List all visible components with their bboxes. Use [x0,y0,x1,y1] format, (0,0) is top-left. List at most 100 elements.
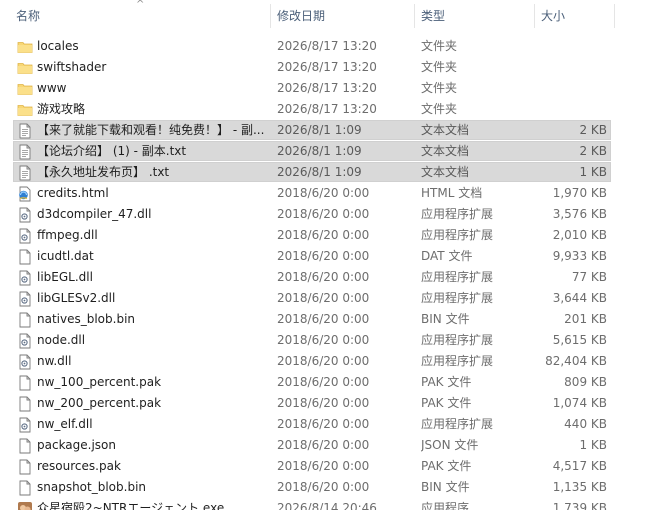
file-type: PAK 文件 [421,375,472,389]
file-size [535,36,607,57]
file-icon-cell [17,36,33,57]
file-size: 1,970 KB [552,186,607,200]
file-size: 1,739 KB [552,501,607,510]
file-icon-cell [17,57,33,78]
file-name: natives_blob.bin [37,312,136,326]
file-modified-date: 2018/6/20 0:00 [277,291,370,305]
file-modified-date: 2026/8/17 13:20 [277,60,377,74]
file-row[interactable]: nw.dll 2018/6/20 0:00 应用程序扩展 82,404 KB [0,351,667,372]
file-modified-date: 2018/6/20 0:00 [277,459,370,473]
file-row[interactable]: d3dcompiler_47.dll 2018/6/20 0:00 应用程序扩展… [0,204,667,225]
file-name: snapshot_blob.bin [37,480,147,494]
file-modified-date: 2018/6/20 0:00 [277,207,370,221]
file-type: HTML 文档 [421,186,483,200]
blank-file-icon [17,459,33,475]
blank-file-icon [17,312,33,328]
file-icon-cell [17,414,33,435]
file-size: 9,933 KB [552,249,607,263]
file-row[interactable]: 众星宿殴2~NTRエージェント.exe 2026/8/14 20:46 应用程序… [0,498,667,510]
file-type: 文本文档 [421,144,470,158]
file-icon-cell [17,120,33,141]
dll-file-icon [17,228,33,244]
file-size [535,78,607,99]
file-modified-date: 2018/6/20 0:00 [277,186,370,200]
file-icon-cell [17,162,33,183]
text-file-icon [17,123,33,139]
file-row[interactable]: nw_elf.dll 2018/6/20 0:00 应用程序扩展 440 KB [0,414,667,435]
dll-file-icon [17,354,33,370]
file-row[interactable]: libGLESv2.dll 2018/6/20 0:00 应用程序扩展 3,64… [0,288,667,309]
file-row[interactable]: 【来了就能下载和观看！纯免费！】 - 副... 2026/8/1 1:09 文本… [0,120,667,141]
file-row[interactable]: node.dll 2018/6/20 0:00 应用程序扩展 5,615 KB [0,330,667,351]
file-row[interactable]: natives_blob.bin 2018/6/20 0:00 BIN 文件 2… [0,309,667,330]
file-row[interactable]: locales 2026/8/17 13:20 文件夹 [0,36,667,57]
file-row[interactable]: resources.pak 2018/6/20 0:00 PAK 文件 4,51… [0,456,667,477]
file-row[interactable]: nw_200_percent.pak 2018/6/20 0:00 PAK 文件… [0,393,667,414]
file-modified-date: 2018/6/20 0:00 [277,312,370,326]
file-list: locales 2026/8/17 13:20 文件夹 swiftshader … [0,36,667,510]
file-name: nw_200_percent.pak [37,396,162,410]
file-name: credits.html [37,186,109,200]
file-name: libGLESv2.dll [37,291,116,305]
dll-file-icon [17,270,33,286]
blank-file-icon [17,375,33,391]
file-size: 1,135 KB [552,480,607,494]
blank-file-icon [17,249,33,265]
file-type: 应用程序扩展 [421,291,494,305]
file-icon-cell [17,204,33,225]
file-name: icudtl.dat [37,249,94,263]
file-row[interactable]: 游戏攻略 2026/8/17 13:20 文件夹 [0,99,667,120]
file-size: 201 KB [564,312,607,326]
file-row[interactable]: 【论坛介绍】 (1) - 副本.txt 2026/8/1 1:09 文本文档 2… [0,141,667,162]
file-type: 应用程序扩展 [421,207,494,221]
file-size [535,99,607,120]
file-modified-date: 2018/6/20 0:00 [277,375,370,389]
file-type: 应用程序扩展 [421,228,494,242]
file-row[interactable]: package.json 2018/6/20 0:00 JSON 文件 1 KB [0,435,667,456]
file-modified-date: 2018/6/20 0:00 [277,396,370,410]
exe-app-icon [17,501,33,510]
file-explorer: ^ 名称 修改日期 类型 大小 locales 2026/8/17 13:20 … [0,0,667,510]
file-icon-cell [17,78,33,99]
file-name: 【论坛介绍】 (1) - 副本.txt [37,144,187,158]
dll-file-icon [17,291,33,307]
column-divider[interactable] [614,4,615,28]
file-type: 文本文档 [421,123,470,137]
file-type: PAK 文件 [421,396,472,410]
file-size: 809 KB [564,375,607,389]
file-row[interactable]: 【永久地址发布页】 .txt 2026/8/1 1:09 文本文档 1 KB [0,162,667,183]
file-type: 文件夹 [421,81,458,95]
file-size: 5,615 KB [552,333,607,347]
file-size: 440 KB [564,417,607,431]
file-size: 2 KB [579,123,607,137]
file-name: www [37,81,67,95]
column-header-type[interactable]: 类型 [415,0,534,32]
file-row[interactable]: swiftshader 2026/8/17 13:20 文件夹 [0,57,667,78]
file-name: 游戏攻略 [37,102,86,116]
file-icon-cell [17,309,33,330]
column-header-size[interactable]: 大小 [535,0,615,32]
text-file-icon [17,144,33,160]
file-type: 应用程序扩展 [421,333,494,347]
file-name: nw_elf.dll [37,417,93,431]
file-row[interactable]: ffmpeg.dll 2018/6/20 0:00 应用程序扩展 2,010 K… [0,225,667,246]
column-header-name[interactable]: 名称 [10,0,270,32]
blank-file-icon [17,480,33,496]
file-name: resources.pak [37,459,121,473]
folder-icon [17,39,33,55]
file-modified-date: 2026/8/1 1:09 [277,123,362,137]
file-modified-date: 2018/6/20 0:00 [277,228,370,242]
file-row[interactable]: credits.html 2018/6/20 0:00 HTML 文档 1,97… [0,183,667,204]
file-row[interactable]: libEGL.dll 2018/6/20 0:00 应用程序扩展 77 KB [0,267,667,288]
file-row[interactable]: snapshot_blob.bin 2018/6/20 0:00 BIN 文件 … [0,477,667,498]
file-size: 77 KB [571,270,607,284]
file-icon-cell [17,477,33,498]
folder-icon [17,60,33,76]
file-row[interactable]: www 2026/8/17 13:20 文件夹 [0,78,667,99]
file-size: 3,576 KB [552,207,607,221]
file-type: PAK 文件 [421,459,472,473]
file-row[interactable]: icudtl.dat 2018/6/20 0:00 DAT 文件 9,933 K… [0,246,667,267]
column-header-date[interactable]: 修改日期 [271,0,414,32]
dll-file-icon [17,333,33,349]
file-row[interactable]: nw_100_percent.pak 2018/6/20 0:00 PAK 文件… [0,372,667,393]
